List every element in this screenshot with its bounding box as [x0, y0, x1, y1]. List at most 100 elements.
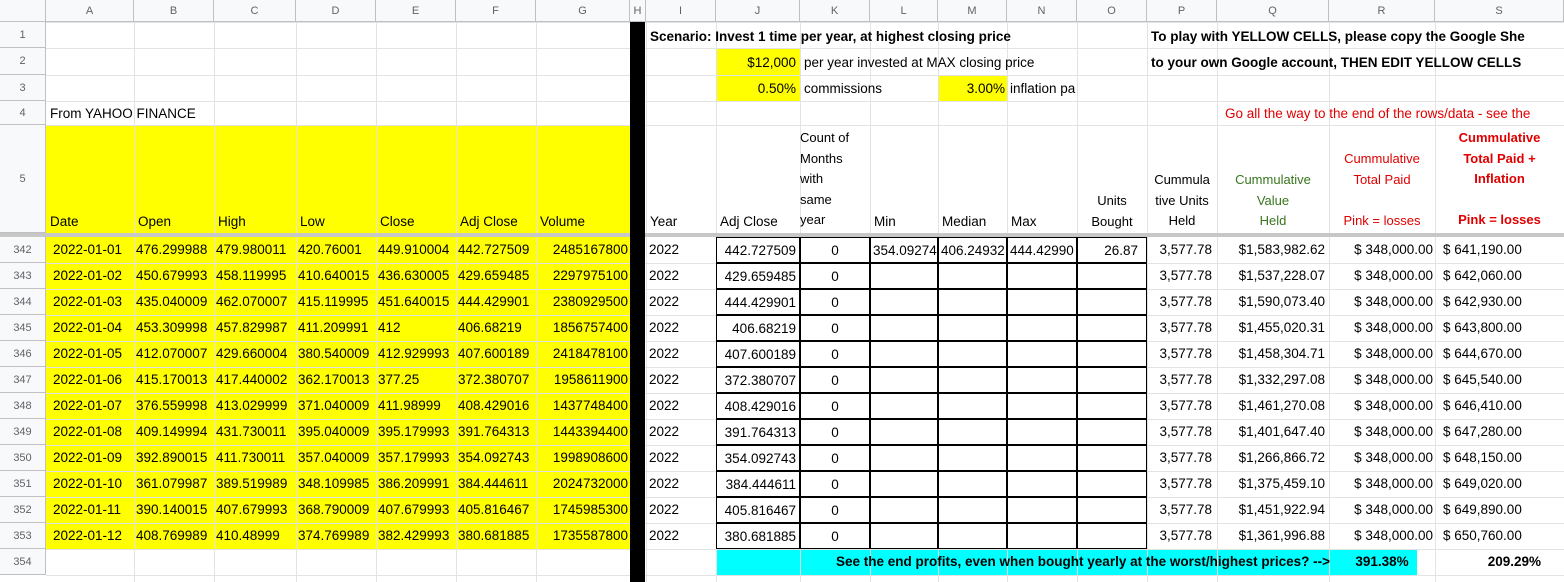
cell-volume: 1735587800 — [552, 528, 628, 543]
cell-cum-paid-inflation: $ 641,190.00 — [1443, 242, 1522, 257]
row-header[interactable]: 350 — [0, 445, 46, 471]
cell-high: 413.029999 — [216, 398, 288, 413]
header-min: Min — [874, 214, 896, 229]
cell-volume: 1745985300 — [552, 502, 628, 517]
cell-units-bought — [1077, 315, 1147, 341]
cell-min — [870, 341, 938, 367]
cell-volume: 1437748400 — [552, 398, 628, 413]
cell-cum-value: $1,266,866.72 — [1238, 450, 1325, 465]
cell-date: 2022-01-12 — [53, 528, 123, 543]
header-cum-units: Held — [1168, 213, 1196, 228]
column-header-h[interactable]: H — [630, 0, 646, 22]
cell-close: 382.429993 — [378, 528, 450, 543]
row-header[interactable]: 352 — [0, 497, 46, 523]
column-header-g[interactable]: G — [536, 0, 630, 22]
row-header[interactable]: 346 — [0, 341, 46, 367]
header-count-months: Count of — [800, 130, 850, 145]
cell-min — [870, 523, 938, 549]
cell-cum-paid-inflation: $ 643,800.00 — [1443, 320, 1522, 335]
row-header[interactable]: 5 — [0, 125, 46, 233]
cell-max — [1007, 315, 1077, 341]
header-cum-units: tive Units — [1155, 192, 1209, 208]
row-header[interactable]: 343 — [0, 263, 46, 289]
cell-cum-units: 3,577.78 — [1159, 476, 1212, 491]
inflation-input[interactable]: 3.00% — [938, 76, 1007, 101]
row-header[interactable]: 344 — [0, 289, 46, 315]
cell-max — [1007, 445, 1077, 471]
column-header-n[interactable]: N — [1007, 0, 1077, 22]
header-cum-paid-inflation: Pink = losses — [1458, 212, 1541, 227]
spreadsheet-grid[interactable]: A B C D E F G H I J K L M N O P Q R S 1 2 3 4 5 342 343 344 345 346 3… — [0, 0, 1564, 582]
column-header-j[interactable]: J — [716, 0, 800, 22]
column-header-b[interactable]: B — [134, 0, 214, 22]
row-header[interactable]: 348 — [0, 393, 46, 419]
cell-max — [1007, 263, 1077, 289]
column-header-d[interactable]: D — [296, 0, 376, 22]
cell-adj-close: 391.764313 — [716, 419, 800, 445]
row-header[interactable]: 342 — [0, 237, 46, 263]
cell-year: 2022 — [649, 450, 680, 465]
row-header[interactable]: 354 — [0, 549, 46, 575]
cell-adj-close: 354.092743 — [716, 445, 800, 471]
column-header-s[interactable]: S — [1435, 0, 1564, 22]
column-header-f[interactable]: F — [456, 0, 536, 22]
row-header[interactable]: 3 — [0, 75, 46, 101]
column-header-m[interactable]: M — [938, 0, 1007, 22]
cell-median — [938, 445, 1007, 471]
summary-pct-paid: 391.38% — [1355, 554, 1409, 569]
cell-min — [870, 445, 938, 471]
row-header[interactable]: 2 — [0, 48, 46, 75]
amount-input[interactable]: $12,000 — [716, 50, 800, 75]
cell-volume: 1443394400 — [552, 424, 628, 439]
column-header-k[interactable]: K — [800, 0, 870, 22]
column-header-p[interactable]: P — [1147, 0, 1217, 22]
row-header[interactable]: 353 — [0, 523, 46, 549]
cell-max — [1007, 497, 1077, 523]
column-header-l[interactable]: L — [870, 0, 938, 22]
inflation-label: inflation pa — [1010, 81, 1076, 96]
cell-cum-units: 3,577.78 — [1159, 294, 1212, 309]
cell-min — [870, 315, 938, 341]
row-header[interactable]: 1 — [0, 22, 46, 48]
cell-low: 374.769989 — [298, 528, 370, 543]
column-header-r[interactable]: R — [1329, 0, 1435, 22]
summary-pct-inflation: 209.29% — [1487, 554, 1541, 569]
column-header-e[interactable]: E — [376, 0, 456, 22]
cell-count: 0 — [800, 237, 870, 263]
cell-min — [870, 393, 938, 419]
column-header-i[interactable]: I — [646, 0, 716, 22]
column-header-c[interactable]: C — [214, 0, 296, 22]
row-header[interactable]: 349 — [0, 419, 46, 445]
row-header[interactable]: 351 — [0, 471, 46, 497]
frozen-columns-divider[interactable] — [630, 22, 645, 582]
cell-count: 0 — [800, 523, 870, 549]
cell-cum-value: $1,361,996.88 — [1238, 528, 1325, 543]
cell-cum-value: $1,537,228.07 — [1238, 268, 1325, 283]
cell-cum-paid: $ 348,000.00 — [1354, 502, 1433, 517]
cell-adj: 354.092743 — [458, 450, 530, 465]
cell-min: 354.09274 — [870, 237, 938, 263]
cell-adj: 406.68219 — [458, 320, 522, 335]
column-header-o[interactable]: O — [1077, 0, 1147, 22]
commission-input[interactable]: 0.50% — [716, 76, 800, 101]
cell-cum-value: $1,583,982.62 — [1238, 242, 1325, 257]
cell-cum-paid-inflation: $ 644,670.00 — [1443, 346, 1522, 361]
cell-cum-units: 3,577.78 — [1159, 424, 1212, 439]
row-header[interactable]: 345 — [0, 315, 46, 341]
row-header[interactable]: 4 — [0, 101, 46, 125]
cell-adj: 429.659485 — [458, 268, 530, 283]
header-adj-close: Adj Close — [460, 214, 518, 229]
cell-close: 395.179993 — [378, 424, 450, 439]
column-header-a[interactable]: A — [46, 0, 134, 22]
column-header-q[interactable]: Q — [1217, 0, 1329, 22]
cell-open: 453.309998 — [136, 320, 208, 335]
cell-count: 0 — [800, 445, 870, 471]
row-header[interactable]: 347 — [0, 367, 46, 393]
header-low: Low — [300, 214, 325, 229]
cell-cum-paid: $ 348,000.00 — [1354, 450, 1433, 465]
cell-year: 2022 — [649, 294, 680, 309]
cell-low: 410.640015 — [298, 268, 370, 283]
select-all-corner[interactable] — [0, 0, 46, 22]
cell-adj-close: 407.600189 — [716, 341, 800, 367]
header-cum-paid — [1329, 190, 1435, 211]
